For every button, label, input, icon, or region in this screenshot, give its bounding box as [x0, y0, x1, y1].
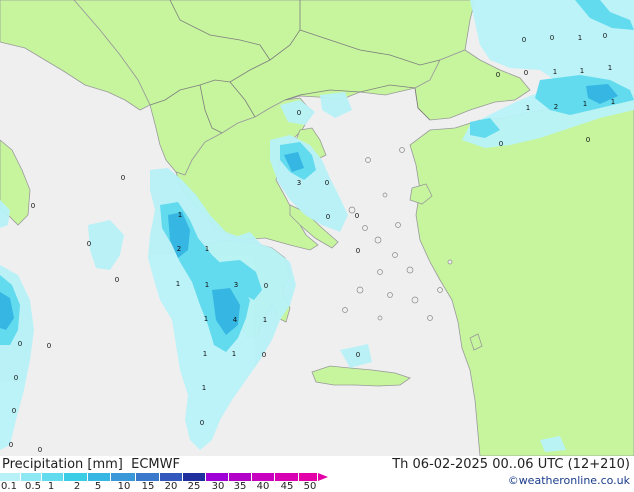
legend-swatch	[298, 473, 318, 481]
value-label: 1	[553, 68, 557, 76]
legend-swatch	[182, 473, 206, 481]
value-label: 0	[586, 136, 590, 144]
value-label: 1	[204, 315, 208, 323]
value-label: 0	[38, 446, 42, 454]
value-label: 0	[326, 213, 330, 221]
value-label: 1	[203, 350, 207, 358]
value-label: 1	[263, 316, 267, 324]
legend-swatch	[87, 473, 111, 481]
value-label: 0	[496, 71, 500, 79]
legend-tick-label: 2	[73, 481, 81, 492]
legend-tick-label: 45	[280, 481, 294, 492]
value-label: 0	[355, 212, 359, 220]
map-title: Precipitation [mm] ECMWF	[2, 457, 180, 472]
valid-time: Th 06-02-2025 00..06 UTC (12+210)	[392, 457, 630, 472]
legend-overflow-arrow	[318, 473, 328, 481]
value-label: 3	[297, 179, 301, 187]
legend-swatch	[0, 473, 21, 481]
legend-swatch	[111, 473, 136, 481]
value-label: 0	[356, 247, 360, 255]
legend-swatch	[159, 473, 183, 481]
value-label: 0	[603, 32, 607, 40]
value-label: 0	[325, 179, 329, 187]
legend-tick-label: 35	[233, 481, 247, 492]
value-label: 1	[176, 280, 180, 288]
value-label: 1	[578, 34, 582, 42]
value-label: 0	[115, 276, 119, 284]
value-label: 0	[262, 351, 266, 359]
value-label: 0	[31, 202, 35, 210]
value-label: 0	[522, 36, 526, 44]
value-label: 0	[499, 140, 503, 148]
value-label: 1	[205, 281, 209, 289]
legend-swatch	[64, 473, 88, 481]
value-label: 1	[583, 100, 587, 108]
value-label: 1	[526, 104, 530, 112]
legend-tick-label: 0.1	[1, 481, 17, 492]
legend-swatch	[229, 473, 252, 481]
title-text: Precipitation [mm]	[2, 457, 123, 472]
value-label: 0	[12, 407, 16, 415]
legend-swatch	[206, 473, 229, 481]
map-footer: Precipitation [mm] ECMWF Th 06-02-2025 0…	[0, 456, 634, 492]
value-label: 0	[18, 340, 22, 348]
legend-swatch	[136, 473, 160, 481]
legend-swatch	[42, 473, 64, 481]
value-label: 1	[178, 211, 182, 219]
legend-tick-label: 1	[47, 481, 55, 492]
value-label: 0	[14, 374, 18, 382]
value-label: 0	[121, 174, 125, 182]
value-label: 2	[177, 245, 181, 253]
precipitation-map: 0 1 0 0 1 1 1 0 0 1 2 1 1 0 0 0 3 0 0 0 …	[0, 0, 634, 456]
legend-tick-label: 10	[117, 481, 131, 492]
value-label: 1	[202, 384, 206, 392]
value-label: 2	[554, 103, 558, 111]
value-label: 0	[200, 419, 204, 427]
value-label: 0	[47, 342, 51, 350]
legend-tick-label: 0.5	[25, 481, 41, 492]
value-label: 1	[580, 67, 584, 75]
value-label: 4	[233, 316, 238, 324]
value-label: 0	[356, 351, 360, 359]
legend-tick-label: 40	[256, 481, 270, 492]
value-label: 0	[550, 34, 554, 42]
value-label: 0	[9, 441, 13, 449]
value-label: 1	[611, 98, 615, 106]
value-label: 0	[297, 109, 301, 117]
value-label: 3	[234, 281, 238, 289]
legend-swatch	[21, 473, 42, 481]
value-label: 0	[264, 282, 268, 290]
legend-swatch	[251, 473, 275, 481]
legend-tick-label: 5	[94, 481, 102, 492]
value-label: 0	[87, 240, 91, 248]
legend-tick-label: 50	[303, 481, 317, 492]
credit-link[interactable]: ©weatheronline.co.uk	[508, 474, 630, 487]
legend-swatch	[275, 473, 299, 481]
value-label: 1	[608, 64, 612, 72]
legend-tick-label: 30	[211, 481, 225, 492]
legend-tick-label: 20	[164, 481, 178, 492]
legend-tick-label: 25	[187, 481, 201, 492]
legend-tick-label: 15	[141, 481, 155, 492]
value-label: 0	[524, 69, 528, 77]
value-label: 1	[232, 350, 236, 358]
model-name: ECMWF	[131, 457, 180, 472]
value-label: 1	[205, 245, 209, 253]
